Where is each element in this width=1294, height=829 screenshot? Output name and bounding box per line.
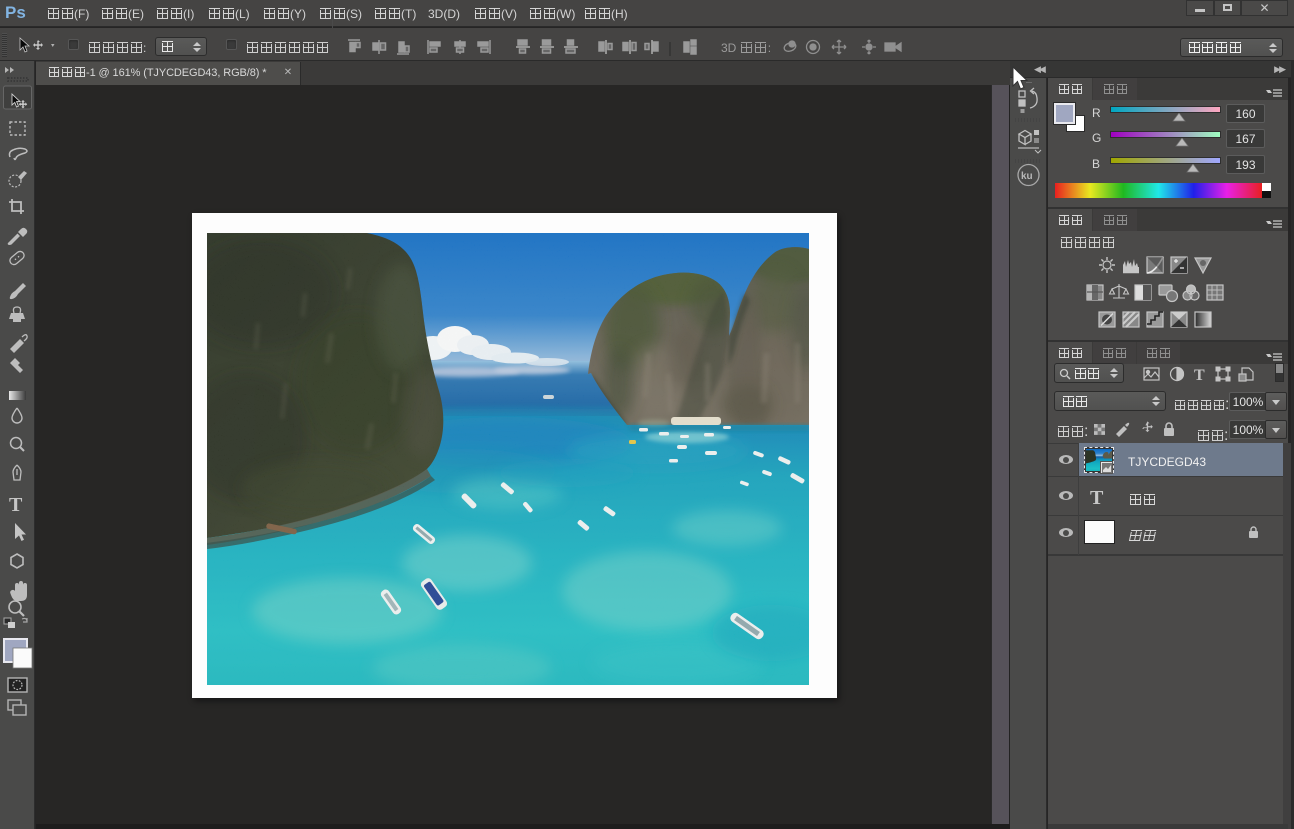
svg-text:T: T <box>9 494 23 516</box>
svg-text:T: T <box>1194 367 1205 383</box>
svg-text:ku: ku <box>1021 171 1033 182</box>
